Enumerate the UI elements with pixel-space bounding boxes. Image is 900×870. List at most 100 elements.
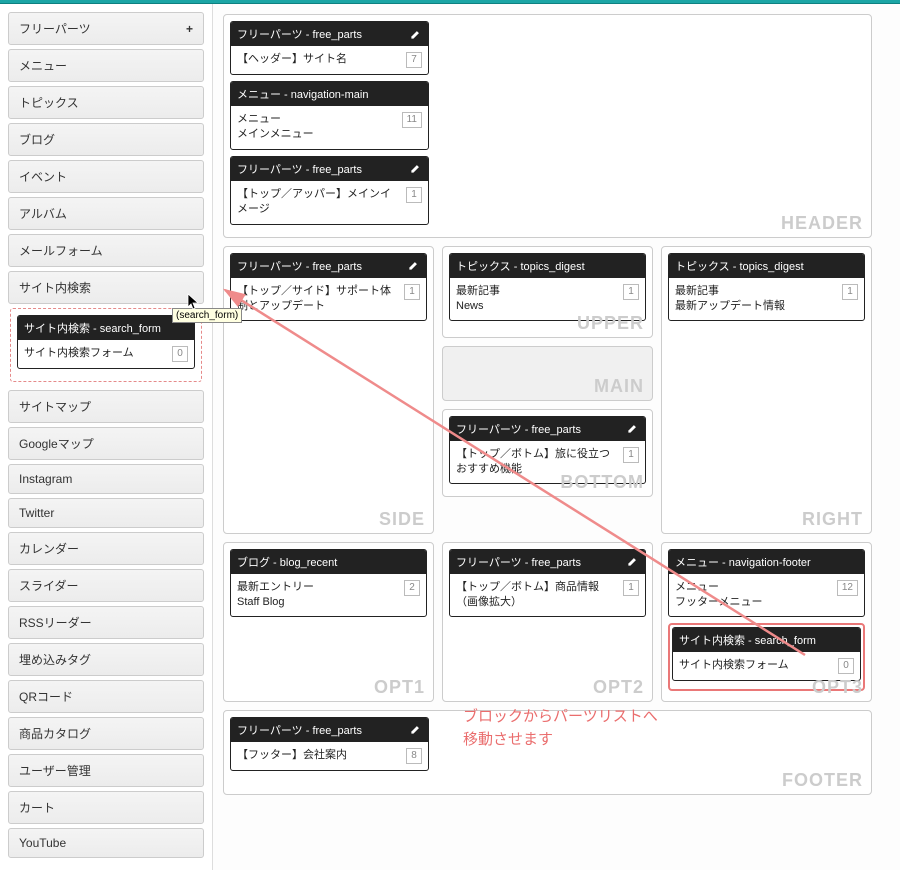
sidebar-item-label: ユーザー管理: [19, 762, 91, 779]
sidebar-item-label: 商品カタログ: [19, 725, 91, 742]
layout-block[interactable]: ブログ - blog_recent 最新エントリーStaff Blog 2: [230, 549, 427, 618]
pencil-icon[interactable]: [408, 27, 422, 41]
plus-icon[interactable]: +: [186, 22, 193, 36]
sidebar-item-label: トピックス: [19, 94, 79, 111]
sidebar-item-label: カレンダー: [19, 540, 79, 557]
sidebar-item-12[interactable]: カレンダー: [8, 532, 204, 565]
sidebar-item-2[interactable]: トピックス: [8, 86, 204, 119]
layout-block[interactable]: トピックス - topics_digest 最新記事News 1: [449, 253, 646, 322]
sidebar-item-16[interactable]: QRコード: [8, 680, 204, 713]
block-count: 1: [623, 580, 639, 596]
block-count: 2: [404, 580, 420, 596]
sidebar-item-label: イベント: [19, 168, 67, 185]
zone-opt3[interactable]: メニュー - navigation-footerメニューフッターメニュー12 サイ…: [661, 542, 872, 702]
block-body-text: 最新記事最新アップデート情報: [675, 284, 785, 315]
sidebar-item-0[interactable]: フリーパーツ +: [8, 12, 204, 45]
sidebar-item-label: 埋め込みタグ: [19, 651, 91, 668]
sidebar-item-14[interactable]: RSSリーダー: [8, 606, 204, 639]
block-body-text: 【トップ／サイド】サポート体制とアップデート: [237, 284, 398, 315]
zone-label-footer: FOOTER: [782, 770, 863, 791]
sidebar-item-label: RSSリーダー: [19, 614, 92, 631]
block-body-text: 最新エントリーStaff Blog: [237, 580, 314, 611]
layout-block[interactable]: トピックス - topics_digest最新記事最新アップデート情報1: [668, 253, 865, 322]
zone-label-opt3: OPT3: [812, 677, 863, 698]
sidebar-item-10[interactable]: Instagram: [8, 464, 204, 494]
block-body-text: 【トップ／ボトム】商品情報（画像拡大）: [456, 580, 617, 611]
block-count: 11: [402, 112, 422, 128]
block-count: 1: [404, 284, 420, 300]
pencil-icon[interactable]: [625, 555, 639, 569]
zone-upper[interactable]: トピックス - topics_digest 最新記事News 1 UPPER: [442, 246, 653, 338]
parts-sidebar: フリーパーツ + メニュートピックスブログイベントアルバムメールフォームサイト内検索…: [0, 4, 213, 870]
block-count: 1: [406, 187, 422, 203]
cursor-icon: [187, 293, 201, 311]
sidebar-item-label: フリーパーツ: [19, 20, 91, 37]
block-body-text: 【フッター】会社案内: [237, 748, 347, 764]
pencil-icon[interactable]: [406, 259, 420, 273]
zone-right[interactable]: トピックス - topics_digest最新記事最新アップデート情報1RIGH…: [661, 246, 872, 534]
block-head-label: フリーパーツ - free_parts: [237, 161, 362, 177]
sidebar-item-1[interactable]: メニュー: [8, 49, 204, 82]
block-count: 8: [406, 748, 422, 764]
sidebar-item-20[interactable]: YouTube: [8, 828, 204, 858]
sidebar-item-label: Instagram: [19, 472, 72, 486]
layout-block[interactable]: メニュー - navigation-mainメニューメインメニュー11: [230, 81, 429, 150]
block-head-label: メニュー - navigation-footer: [675, 554, 811, 570]
zone-bottom[interactable]: フリーパーツ - free_parts【トップ／ボトム】旅に役立つおすすめ機能1…: [442, 409, 653, 498]
layout-block[interactable]: サイト内検索 - search_form サイト内検索フォーム 0: [17, 315, 195, 369]
pencil-icon[interactable]: [408, 162, 422, 176]
sidebar-item-label: メニュー: [19, 57, 67, 74]
block-head-label: サイト内検索 - search_form: [24, 320, 161, 336]
zone-label-upper: UPPER: [577, 313, 644, 334]
zone-label-header: HEADER: [781, 213, 863, 234]
block-count: 1: [623, 284, 639, 300]
pencil-icon[interactable]: [625, 422, 639, 436]
layout-block[interactable]: フリーパーツ - free_parts【トップ／サイド】サポート体制とアップデー…: [230, 253, 427, 322]
block-body-text: サイト内検索フォーム: [24, 346, 134, 362]
sidebar-item-11[interactable]: Twitter: [8, 498, 204, 528]
zone-opt1[interactable]: ブログ - blog_recent 最新エントリーStaff Blog 2 OPT1: [223, 542, 434, 702]
pencil-icon[interactable]: [408, 723, 422, 737]
block-head-label: フリーパーツ - free_parts: [237, 26, 362, 42]
block-body-text: 【ヘッダー】サイト名: [237, 52, 347, 68]
layout-block[interactable]: メニュー - navigation-footerメニューフッターメニュー12: [668, 549, 865, 618]
layout-block[interactable]: フリーパーツ - free_parts【ヘッダー】サイト名7: [230, 21, 429, 75]
sidebar-item-13[interactable]: スライダー: [8, 569, 204, 602]
sidebar-item-4[interactable]: イベント: [8, 160, 204, 193]
sidebar-item-9[interactable]: Googleマップ: [8, 427, 204, 460]
block-count: 1: [623, 447, 639, 463]
zone-main[interactable]: MAIN: [442, 346, 653, 401]
block-head-label: フリーパーツ - free_parts: [456, 421, 581, 437]
sidebar-item-3[interactable]: ブログ: [8, 123, 204, 156]
layout-block[interactable]: サイト内検索 - search_form サイト内検索フォーム 0: [672, 627, 861, 681]
block-head-label: ブログ - blog_recent: [237, 554, 337, 570]
sidebar-item-label: サイト内検索: [19, 279, 91, 296]
layout-block[interactable]: フリーパーツ - free_parts【トップ／アッパー】メインイメージ1: [230, 156, 429, 225]
sidebar-item-19[interactable]: カート: [8, 791, 204, 824]
sidebar-item-8[interactable]: サイトマップ: [8, 390, 204, 423]
zone-opt2[interactable]: フリーパーツ - free_parts【トップ／ボトム】商品情報（画像拡大）1O…: [442, 542, 653, 702]
zone-side[interactable]: フリーパーツ - free_parts【トップ／サイド】サポート体制とアップデー…: [223, 246, 434, 534]
layout-block[interactable]: フリーパーツ - free_parts【フッター】会社案内8: [230, 717, 429, 771]
sidebar-item-7[interactable]: サイト内検索: [8, 271, 204, 304]
sidebar-item-17[interactable]: 商品カタログ: [8, 717, 204, 750]
drag-tooltip: (search_form): [172, 308, 242, 323]
layout-block[interactable]: フリーパーツ - free_parts【トップ／ボトム】商品情報（画像拡大）1: [449, 549, 646, 618]
block-head-label: サイト内検索 - search_form: [679, 632, 816, 648]
sidebar-item-6[interactable]: メールフォーム: [8, 234, 204, 267]
annotation-text: ブロックからパーツリストへ移動させます: [463, 706, 658, 751]
block-count: 0: [838, 658, 854, 674]
sidebar-item-18[interactable]: ユーザー管理: [8, 754, 204, 787]
sidebar-item-label: YouTube: [19, 836, 66, 850]
block-body-text: 最新記事News: [456, 284, 500, 315]
zone-label-opt2: OPT2: [593, 677, 644, 698]
block-body-text: サイト内検索フォーム: [679, 658, 789, 674]
block-head-label: トピックス - topics_digest: [456, 258, 585, 274]
zone-label-main: MAIN: [594, 376, 644, 397]
zone-label-opt1: OPT1: [374, 677, 425, 698]
zone-header[interactable]: フリーパーツ - free_parts【ヘッダー】サイト名7メニュー - nav…: [223, 14, 872, 238]
sidebar-item-label: カート: [19, 799, 55, 816]
block-count: 0: [172, 346, 188, 362]
sidebar-item-5[interactable]: アルバム: [8, 197, 204, 230]
sidebar-item-15[interactable]: 埋め込みタグ: [8, 643, 204, 676]
